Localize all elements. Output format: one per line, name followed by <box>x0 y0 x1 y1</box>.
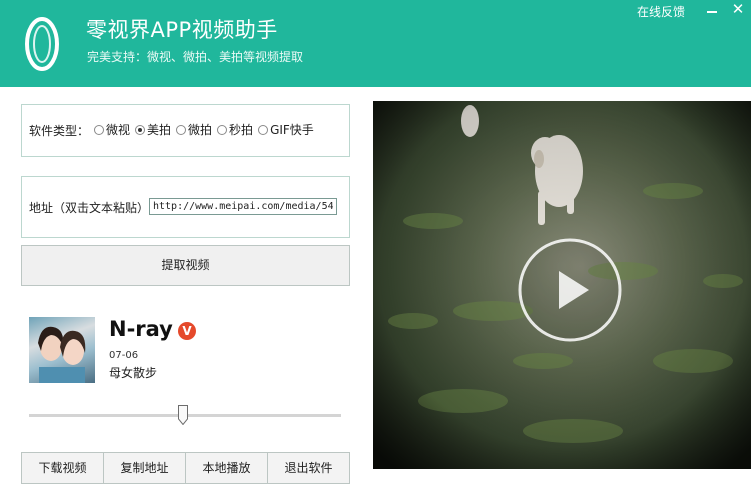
address-label: 地址（双击文本粘贴） <box>29 201 150 215</box>
software-type-option[interactable]: 微拍 <box>176 121 212 138</box>
bottom-button[interactable]: 本地播放 <box>185 452 267 484</box>
bottom-button[interactable]: 下载视频 <box>21 452 103 484</box>
radio-label: 秒拍 <box>229 123 254 137</box>
radio-button[interactable] <box>258 124 269 135</box>
software-type-panel: 软件类型： 微视 美拍 微拍 秒拍 GIF快手 <box>21 104 350 157</box>
play-icon[interactable] <box>517 237 623 343</box>
minimize-icon[interactable] <box>706 4 718 16</box>
bottom-button-row: 下载视频 复制地址 本地播放 退出软件 <box>21 452 350 484</box>
progress-slider-thumb[interactable] <box>178 405 188 425</box>
address-input[interactable] <box>149 198 337 215</box>
radio-label: 微拍 <box>188 123 213 137</box>
software-type-option[interactable]: 微视 <box>94 121 130 138</box>
close-icon[interactable]: ✕ <box>731 2 745 17</box>
verified-badge: V <box>178 322 196 340</box>
software-type-option[interactable]: 秒拍 <box>217 121 253 138</box>
post-title: 母女散步 <box>109 366 158 380</box>
app-title: 零视界APP视频助手 <box>86 18 278 42</box>
bottom-button[interactable]: 复制地址 <box>103 452 185 484</box>
app-subtitle: 完美支持：微视、微拍、美拍等视频提取 <box>87 50 304 64</box>
author-name: N-ray <box>109 317 173 341</box>
address-panel: 地址（双击文本粘贴） <box>21 176 350 238</box>
software-type-option[interactable]: GIF快手 <box>258 121 314 138</box>
post-date: 07-06 <box>109 350 139 361</box>
software-type-label: 软件类型： <box>29 124 90 138</box>
software-type-radio-group: 微视 美拍 微拍 秒拍 GIF快手 <box>94 121 319 138</box>
app-logo-icon <box>25 17 59 71</box>
software-type-option[interactable]: 美拍 <box>135 121 171 138</box>
radio-button[interactable] <box>135 124 146 135</box>
radio-label: 美拍 <box>147 123 172 137</box>
radio-label: GIF快手 <box>270 123 314 137</box>
app-header: 零视界APP视频助手 完美支持：微视、微拍、美拍等视频提取 在线反馈 ✕ <box>0 0 751 87</box>
radio-label: 微视 <box>106 123 131 137</box>
bottom-button[interactable]: 退出软件 <box>267 452 350 484</box>
feedback-link[interactable]: 在线反馈 <box>637 3 685 20</box>
fetch-video-button[interactable]: 提取视频 <box>21 245 350 286</box>
radio-button[interactable] <box>176 124 187 135</box>
radio-button[interactable] <box>217 124 228 135</box>
avatar-photo-icon <box>38 326 86 383</box>
radio-button[interactable] <box>94 124 104 135</box>
avatar <box>29 317 95 383</box>
